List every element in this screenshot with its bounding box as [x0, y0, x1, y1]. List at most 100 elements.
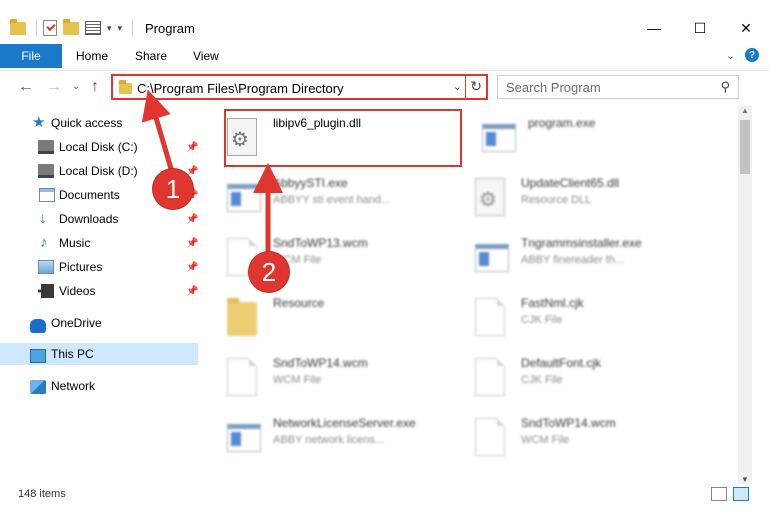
- search-box[interactable]: Search Program ⚲: [497, 75, 739, 99]
- pin-icon[interactable]: 📌: [186, 238, 198, 249]
- sidebar-item-this-pc[interactable]: This PC: [0, 343, 198, 365]
- drive-icon: [38, 164, 54, 178]
- pictures-icon: [38, 260, 54, 274]
- item-count: 148 items: [18, 488, 66, 500]
- quick-access-toolbar: ▾ ▾: [10, 18, 134, 38]
- pc-icon: [30, 349, 46, 363]
- file-item[interactable]: Tngrammsinstaller.exe ABBY finereader th…: [463, 228, 703, 284]
- title-bar: ▾ ▾ Program — ☐ ✕: [0, 0, 769, 40]
- file-type: ABBYY sti event hand...: [273, 194, 391, 206]
- customize-toolbar-icon[interactable]: ▾: [118, 23, 123, 34]
- sidebar-item-label: Local Disk (D:): [59, 164, 138, 178]
- properties-icon[interactable]: [85, 21, 101, 35]
- status-bar: 148 items: [0, 484, 769, 506]
- sidebar-item-local-disk-c[interactable]: Local Disk (C:) 📌: [0, 136, 205, 158]
- file-item[interactable]: DefaultFont.cjk CJK File: [463, 348, 703, 404]
- pin-icon[interactable]: 📌: [186, 142, 198, 153]
- sidebar-item-label: Local Disk (C:): [59, 140, 138, 154]
- scroll-down-icon[interactable]: ▼: [741, 475, 749, 484]
- large-icons-view-icon[interactable]: [733, 487, 749, 501]
- document-file-icon: [475, 298, 505, 336]
- pin-icon[interactable]: 📌: [186, 214, 198, 225]
- step-1-callout: 1: [153, 169, 193, 209]
- file-item[interactable]: program.exe: [470, 108, 710, 164]
- refresh-button[interactable]: ↻: [470, 78, 482, 95]
- sidebar-item-label: Music: [59, 236, 91, 250]
- star-icon: ★: [32, 114, 46, 131]
- folder-icon[interactable]: [10, 18, 26, 35]
- file-type: CJK File: [521, 314, 563, 326]
- tab-home[interactable]: Home: [76, 49, 108, 63]
- sidebar-item-label: Videos: [59, 284, 96, 298]
- sidebar-item-downloads[interactable]: ↓ Downloads 📌: [0, 208, 205, 230]
- file-item[interactable]: UpdateClient65.dll Resource DLL: [463, 168, 703, 224]
- forward-button[interactable]: →: [46, 78, 62, 96]
- tab-view[interactable]: View: [193, 49, 219, 63]
- address-path[interactable]: C:\Program Files\Program Directory: [137, 81, 344, 96]
- file-type: CJK File: [521, 374, 563, 386]
- close-button[interactable]: ✕: [723, 14, 769, 42]
- toolbar-divider: [132, 20, 134, 36]
- address-dropdown-icon[interactable]: ⌄: [453, 80, 462, 93]
- file-name: DefaultFont.cjk: [521, 356, 602, 370]
- file-name: program.exe: [528, 116, 596, 130]
- help-icon[interactable]: ?: [745, 48, 759, 62]
- search-icon[interactable]: ⚲: [720, 79, 730, 95]
- sidebar-item-label: OneDrive: [51, 316, 102, 330]
- scroll-up-icon[interactable]: ▲: [741, 106, 749, 115]
- sidebar-item-onedrive[interactable]: OneDrive: [0, 312, 205, 334]
- toolbar-divider: [36, 20, 37, 36]
- file-type: WCM File: [521, 434, 570, 446]
- pin-icon[interactable]: 📌: [186, 286, 198, 297]
- file-name: AbbyySTI.exe: [273, 176, 348, 190]
- vertical-scrollbar[interactable]: ▲ ▼: [738, 106, 752, 484]
- document-file-icon: [475, 418, 505, 456]
- tab-share[interactable]: Share: [135, 49, 167, 63]
- sidebar-item-music[interactable]: ♪ Music 📌: [0, 232, 205, 254]
- dll-file-icon: [475, 178, 505, 216]
- file-item[interactable]: SndToWP14.wcm WCM File: [215, 348, 455, 404]
- pin-icon[interactable]: 📌: [186, 262, 198, 273]
- file-name: SndToWP13.wcm: [273, 236, 368, 250]
- back-button[interactable]: ←: [18, 78, 34, 96]
- file-name: SndToWP14.wcm: [273, 356, 368, 370]
- address-bar[interactable]: C:\Program Files\Program Directory ⌄ ↻: [111, 74, 488, 100]
- search-input[interactable]: Search Program: [506, 80, 601, 95]
- file-type: WCM File: [273, 374, 322, 386]
- videos-icon: [38, 284, 54, 298]
- details-view-icon[interactable]: [711, 487, 727, 501]
- file-item[interactable]: SndToWP14.wcm WCM File: [463, 408, 703, 464]
- recent-locations-button[interactable]: ⌄: [72, 81, 80, 92]
- address-divider: [465, 76, 466, 98]
- new-folder-icon[interactable]: [63, 18, 79, 35]
- minimize-button[interactable]: —: [631, 14, 677, 42]
- sidebar-item-pictures[interactable]: Pictures 📌: [0, 256, 205, 278]
- file-name: Tngrammsinstaller.exe: [521, 236, 642, 250]
- folder-item[interactable]: Resource: [215, 288, 455, 344]
- tab-file[interactable]: File: [0, 44, 62, 68]
- file-type: ABBY finereader th...: [521, 254, 625, 266]
- sidebar-item-label: Network: [51, 379, 96, 393]
- sidebar-item-label: Documents: [59, 188, 120, 202]
- ribbon-right-controls: ⌄ ?: [726, 48, 759, 62]
- chevron-down-icon[interactable]: ▾: [107, 23, 112, 34]
- sidebar-item-videos[interactable]: Videos 📌: [0, 280, 205, 302]
- sidebar-item-network[interactable]: Network: [0, 375, 205, 397]
- file-name: Resource: [273, 296, 325, 310]
- properties-check-icon[interactable]: [43, 20, 57, 36]
- network-icon: [30, 380, 46, 394]
- document-file-icon: [227, 358, 257, 396]
- scrollbar-thumb[interactable]: [740, 120, 750, 174]
- document-file-icon: [475, 358, 505, 396]
- sidebar-item-quick-access[interactable]: ★ Quick access: [0, 112, 205, 134]
- window-title: Program: [145, 21, 195, 36]
- maximize-button[interactable]: ☐: [677, 14, 723, 42]
- file-item[interactable]: FastNml.cjk CJK File: [463, 288, 703, 344]
- file-item[interactable]: NetworkLicenseServer.exe ABBY network li…: [215, 408, 455, 464]
- expand-ribbon-icon[interactable]: ⌄: [726, 49, 735, 62]
- sidebar-item-label: This PC: [51, 347, 94, 361]
- file-item[interactable]: AbbyySTI.exe ABBYY sti event hand...: [215, 168, 455, 224]
- downloads-icon: ↓: [39, 210, 47, 227]
- sidebar-item-label: Quick access: [51, 116, 123, 130]
- up-button[interactable]: ↑: [91, 78, 99, 96]
